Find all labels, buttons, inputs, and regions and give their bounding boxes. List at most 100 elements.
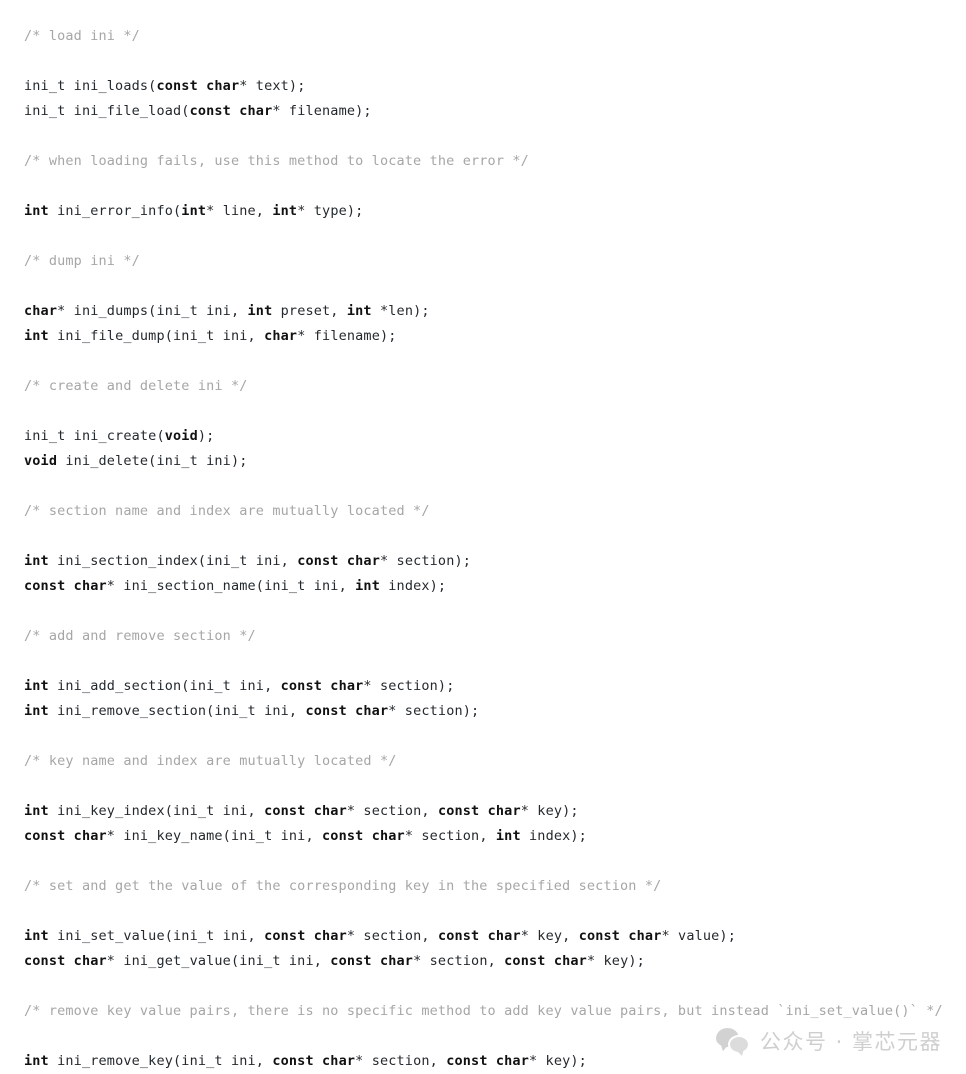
- code-token-keyword: int: [24, 703, 49, 719]
- code-comment-line: /* add and remove section */: [24, 624, 966, 649]
- code-line: ini_t ini_file_load(const char* filename…: [24, 99, 966, 124]
- code-line: char* ini_dumps(ini_t ini, int preset, i…: [24, 299, 966, 324]
- code-comment-line: /* dump ini */: [24, 249, 966, 274]
- code-token-plain: * value);: [661, 928, 736, 944]
- code-token-comment: /* when loading fails, use this method t…: [24, 153, 529, 169]
- code-token-keyword: const: [189, 103, 231, 119]
- code-token-comment: /* dump ini */: [24, 253, 140, 269]
- code-token-keyword: const: [24, 578, 66, 594]
- code-line: int ini_set_value(ini_t ini, const char*…: [24, 924, 966, 949]
- code-token-keyword: char: [487, 928, 521, 944]
- code-token-keyword: const: [24, 953, 66, 969]
- code-token-plain: *len);: [371, 303, 430, 319]
- code-token-keyword: char: [553, 953, 587, 969]
- code-comment-line: /* load ini */: [24, 24, 966, 49]
- code-token-keyword: char: [330, 678, 364, 694]
- code-token-plain: ini_t ini_loads(: [24, 78, 157, 94]
- code-token-comment: /* remove key value pairs, there is no s…: [24, 1003, 943, 1019]
- code-token-keyword: char: [487, 803, 521, 819]
- code-token-comment: /* section name and index are mutually l…: [24, 503, 430, 519]
- code-token-plain: ini_t ini_create(: [24, 428, 165, 444]
- code-token-plain: * type);: [297, 203, 364, 219]
- code-token-plain: * section,: [413, 953, 505, 969]
- code-line: void ini_delete(ini_t ini);: [24, 449, 966, 474]
- code-token-keyword: int: [24, 1053, 49, 1069]
- code-token-plain: ini_key_index(ini_t ini,: [48, 803, 265, 819]
- code-token-keyword: char: [371, 828, 405, 844]
- code-token-keyword: const: [24, 828, 66, 844]
- code-token-plain: * section,: [346, 928, 438, 944]
- code-token-plain: * section);: [379, 553, 472, 569]
- code-token-plain: ini_file_dump(ini_t ini,: [48, 328, 265, 344]
- code-token-plain: * section,: [355, 1053, 447, 1069]
- code-token-keyword: const: [437, 928, 480, 944]
- wechat-watermark: 公众号 · 掌芯元器: [715, 1026, 942, 1056]
- code-token-keyword: const: [446, 1053, 488, 1069]
- code-token-keyword: int: [495, 828, 521, 844]
- code-token-keyword: char: [24, 303, 58, 319]
- code-token-keyword: const: [156, 78, 198, 94]
- code-token-comment: /* add and remove section */: [24, 628, 256, 644]
- code-comment-line: /* remove key value pairs, there is no s…: [24, 999, 966, 1024]
- code-token-plain: ini_section_index(ini_t ini,: [48, 553, 298, 569]
- code-token-keyword: void: [24, 453, 58, 469]
- code-line: ini_t ini_loads(const char* text);: [24, 74, 966, 99]
- code-token-keyword: void: [164, 428, 198, 444]
- code-token-plain: * ini_section_name(ini_t ini,: [106, 578, 356, 594]
- code-token-plain: * section);: [388, 703, 480, 719]
- code-token-plain: * key,: [520, 928, 579, 944]
- code-token-keyword: char: [495, 1053, 529, 1069]
- code-comment-line: /* section name and index are mutually l…: [24, 499, 966, 524]
- code-token-plain: * filename);: [272, 103, 372, 119]
- code-line: int ini_key_index(ini_t ini, const char*…: [24, 799, 966, 824]
- code-comment-line: /* when loading fails, use this method t…: [24, 149, 966, 174]
- code-line: const char* ini_get_value(ini_t ini, con…: [24, 949, 966, 974]
- code-token-plain: ini_error_info(: [48, 203, 182, 219]
- code-token-keyword: const: [437, 803, 480, 819]
- code-token-keyword: char: [73, 953, 107, 969]
- code-token-plain: * section);: [363, 678, 455, 694]
- code-token-keyword: int: [24, 203, 49, 219]
- code-token-keyword: const: [322, 828, 364, 844]
- code-token-keyword: char: [73, 578, 107, 594]
- code-token-keyword: int: [181, 203, 207, 219]
- wechat-logo-icon: [715, 1028, 750, 1054]
- code-token-keyword: char: [379, 953, 414, 969]
- code-token-keyword: const: [305, 703, 347, 719]
- code-line: int ini_remove_section(ini_t ini, const …: [24, 699, 966, 724]
- code-token-keyword: const: [297, 553, 339, 569]
- code-token-keyword: int: [24, 928, 49, 944]
- code-line: const char* ini_section_name(ini_t ini, …: [24, 574, 966, 599]
- code-comment-line: /* create and delete ini */: [24, 374, 966, 399]
- code-token-keyword: const: [578, 928, 621, 944]
- code-token-plain: index);: [379, 578, 447, 594]
- code-token-keyword: int: [24, 553, 49, 569]
- code-line: const char* ini_key_name(ini_t ini, cons…: [24, 824, 966, 849]
- code-token-plain: ini_add_section(ini_t ini,: [48, 678, 281, 694]
- code-token-comment: /* create and delete ini */: [24, 378, 248, 394]
- code-token-keyword: const: [330, 953, 372, 969]
- code-comment-line: /* set and get the value of the correspo…: [24, 874, 966, 899]
- wechat-bubble-small: [727, 1035, 750, 1054]
- code-token-keyword: char: [355, 703, 389, 719]
- code-token-keyword: const: [280, 678, 323, 694]
